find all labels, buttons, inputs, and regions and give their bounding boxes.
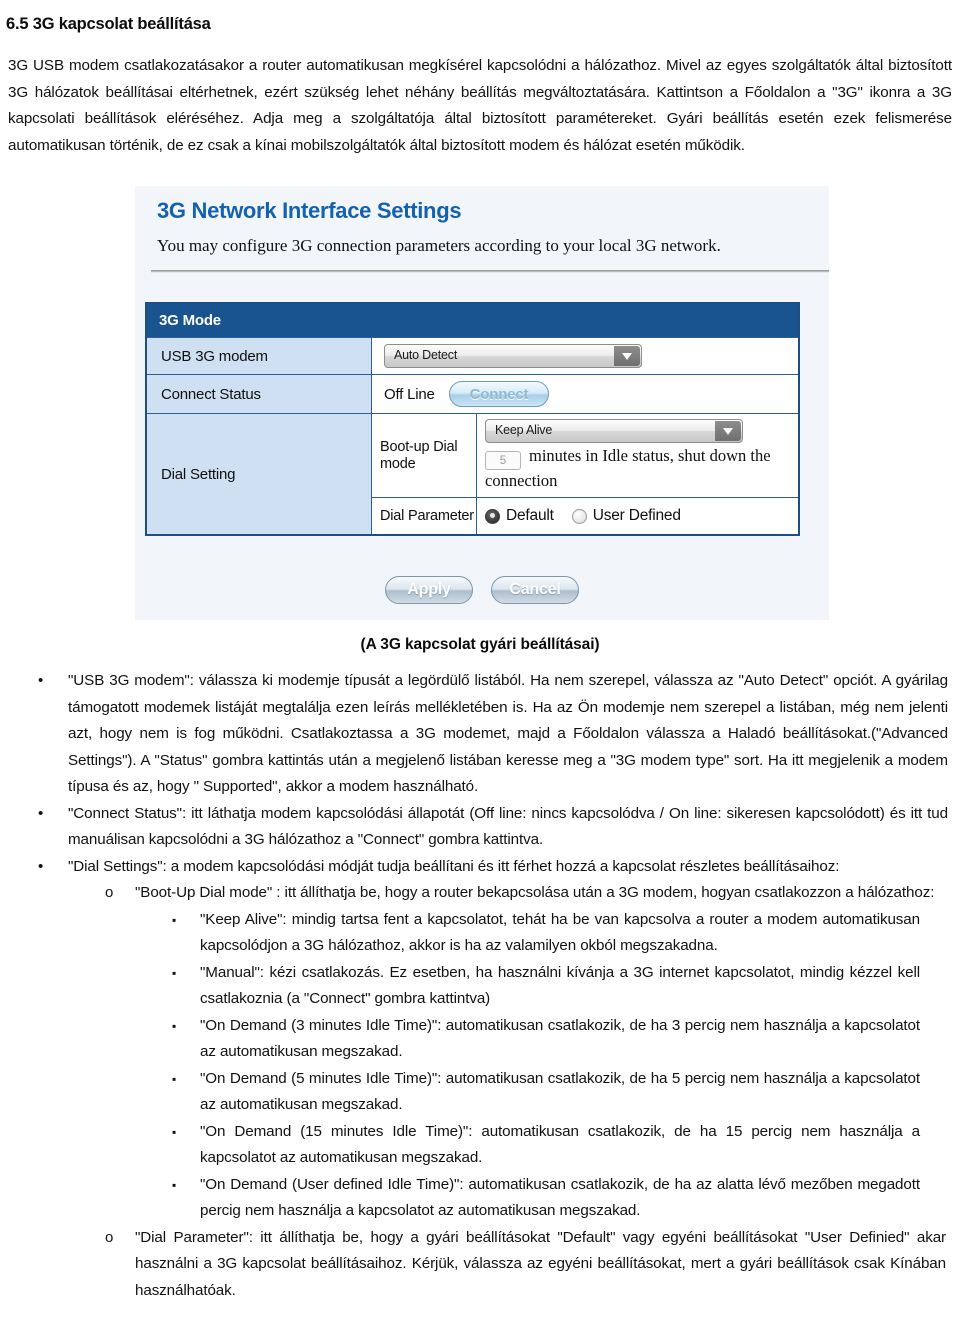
list-bullet-icon: • [38,857,44,875]
usb-modem-select[interactable]: Auto Detect [384,344,642,368]
usb-modem-value-cell: Auto Detect [371,338,798,374]
idle-timeout-line: 5 minutes in Idle status, shut down the c… [485,443,798,492]
list-item: o "Boot-Up Dial mode" : itt állíthatja be… [105,880,946,907]
list-bullet-icon: ▪ [172,1018,177,1033]
table-row: Connect Status Off Line Connect [147,374,798,413]
list-bullet-icon: ▪ [172,912,177,927]
dial-setting-label: Dial Setting [147,414,371,534]
bootup-dial-mode-select[interactable]: Keep Alive [485,419,743,443]
connect-status-value-cell: Off Line Connect [371,375,798,413]
list-bullet-icon: • [38,672,44,689]
page-title: 6.5 3G kapcsolat beállítása [6,15,211,34]
list-item-text: "On Demand (15 minutes Idle Time)": auto… [200,1122,920,1167]
list-item-text: "On Demand (5 minutes Idle Time)": autom… [200,1069,920,1114]
radio-user-defined[interactable] [571,508,587,524]
list-item: ▪ "On Demand (3 minutes Idle Time)": auto… [172,1013,920,1066]
bootup-dial-mode-label: Boot-up Dial mode [372,414,476,497]
screenshot-description: You may configure 3G connection paramete… [157,236,721,255]
bootup-dial-mode-row: Boot-up Dial mode Keep Alive 5 minutes in… [372,414,798,498]
list-bullet-icon: ▪ [172,1071,177,1086]
horizontal-divider [151,270,829,273]
cancel-button[interactable]: Cancel [491,576,579,604]
dial-setting-body: Boot-up Dial mode Keep Alive 5 minutes in… [371,414,798,534]
document-page: 6.5 3G kapcsolat beállítása 3G USB modem… [0,0,960,1322]
list-bullet-icon: o [105,884,114,901]
dial-parameter-value-cell: Default User Defined [476,498,798,534]
list-item: • "Dial Settings": a modem kapcsolódási m… [38,854,948,881]
list-item: ▪ "On Demand (5 minutes Idle Time)": auto… [172,1066,920,1119]
list-item: • "USB 3G modem": válassza ki modemje típ… [38,668,948,801]
table-header-3g-mode: 3G Mode [147,304,798,337]
connect-status-value: Off Line [384,385,435,403]
idle-timeout-text: minutes in Idle status, shut down the co… [485,446,771,490]
notes-list: • "USB 3G modem": válassza ki modemje típ… [0,668,960,1304]
table-row: Dial Setting Boot-up Dial mode Keep Aliv… [147,413,798,534]
list-item-text: "Manual": kézi csatlakozás. Ez esetben, … [200,963,920,1008]
dial-parameter-label: Dial Parameter [372,498,476,534]
radio-user-defined-label: User Defined [592,507,681,524]
bootup-dial-mode-value-cell: Keep Alive 5 minutes in Idle status, shut… [476,414,798,497]
list-item-text: "Boot-Up Dial mode" : itt állíthatja be,… [135,884,935,901]
list-item-text: "USB 3G modem": válassza ki modemje típu… [68,672,948,795]
intro-paragraph: 3G USB modem csatlakozatásakor a router … [8,57,952,154]
list-bullet-icon: ▪ [172,1124,177,1139]
list-bullet-icon: • [38,804,44,822]
connect-button[interactable]: Connect [448,381,550,407]
connect-status-label: Connect Status [147,375,371,413]
chevron-down-icon[interactable] [614,346,640,366]
apply-button[interactable]: Apply [385,576,473,604]
list-item-text: "Dial Parameter": itt állíthatja be, hog… [135,1228,946,1299]
settings-table: 3G Mode USB 3G modem Auto Detect Connect… [145,302,800,536]
list-item: ▪ "Manual": kézi csatlakozás. Ez esetben,… [172,960,920,1013]
chevron-down-icon[interactable] [715,421,741,441]
radio-default[interactable] [485,508,500,524]
usb-modem-selected-value: Auto Detect [394,348,458,362]
dial-parameter-row: Dial Parameter Default User Defined [372,498,798,534]
bootup-dial-mode-selected-value: Keep Alive [495,423,553,437]
list-bullet-icon: ▪ [172,965,177,980]
table-row: USB 3G modem Auto Detect [147,337,798,374]
screenshot-title: 3G Network Interface Settings [157,198,462,223]
list-item: ▪ "On Demand (User defined Idle Time)": a… [172,1172,920,1225]
list-bullet-icon: o [105,1228,114,1246]
radio-default-label: Default [506,507,554,524]
figure-caption: (A 3G kapcsolat gyári beállításai) [360,636,600,653]
list-item: ▪ "Keep Alive": mindig tartsa fent a kapc… [172,907,920,960]
router-settings-screenshot: 3G Network Interface Settings You may co… [135,186,829,620]
list-item-text: "Dial Settings": a modem kapcsolódási mó… [68,857,840,875]
list-item-text: "On Demand (3 minutes Idle Time)": autom… [200,1016,920,1061]
list-item: ▪ "On Demand (15 minutes Idle Time)": aut… [172,1119,920,1172]
list-bullet-icon: ▪ [172,1177,177,1192]
list-item: o "Dial Parameter": itt állíthatja be, ho… [105,1225,946,1305]
list-item-text: "On Demand (User defined Idle Time)": au… [200,1175,920,1220]
usb-modem-label: USB 3G modem [147,338,371,374]
form-actions: Apply Cancel [135,576,829,604]
idle-minutes-input[interactable]: 5 [485,451,521,470]
list-item-text: "Keep Alive": mindig tartsa fent a kapcs… [200,910,920,955]
list-item-text: "Connect Status": itt láthatja modem kap… [68,804,948,849]
list-item: • "Connect Status": itt láthatja modem ka… [38,801,948,854]
dial-parameter-radio-group: Default User Defined [485,503,798,529]
